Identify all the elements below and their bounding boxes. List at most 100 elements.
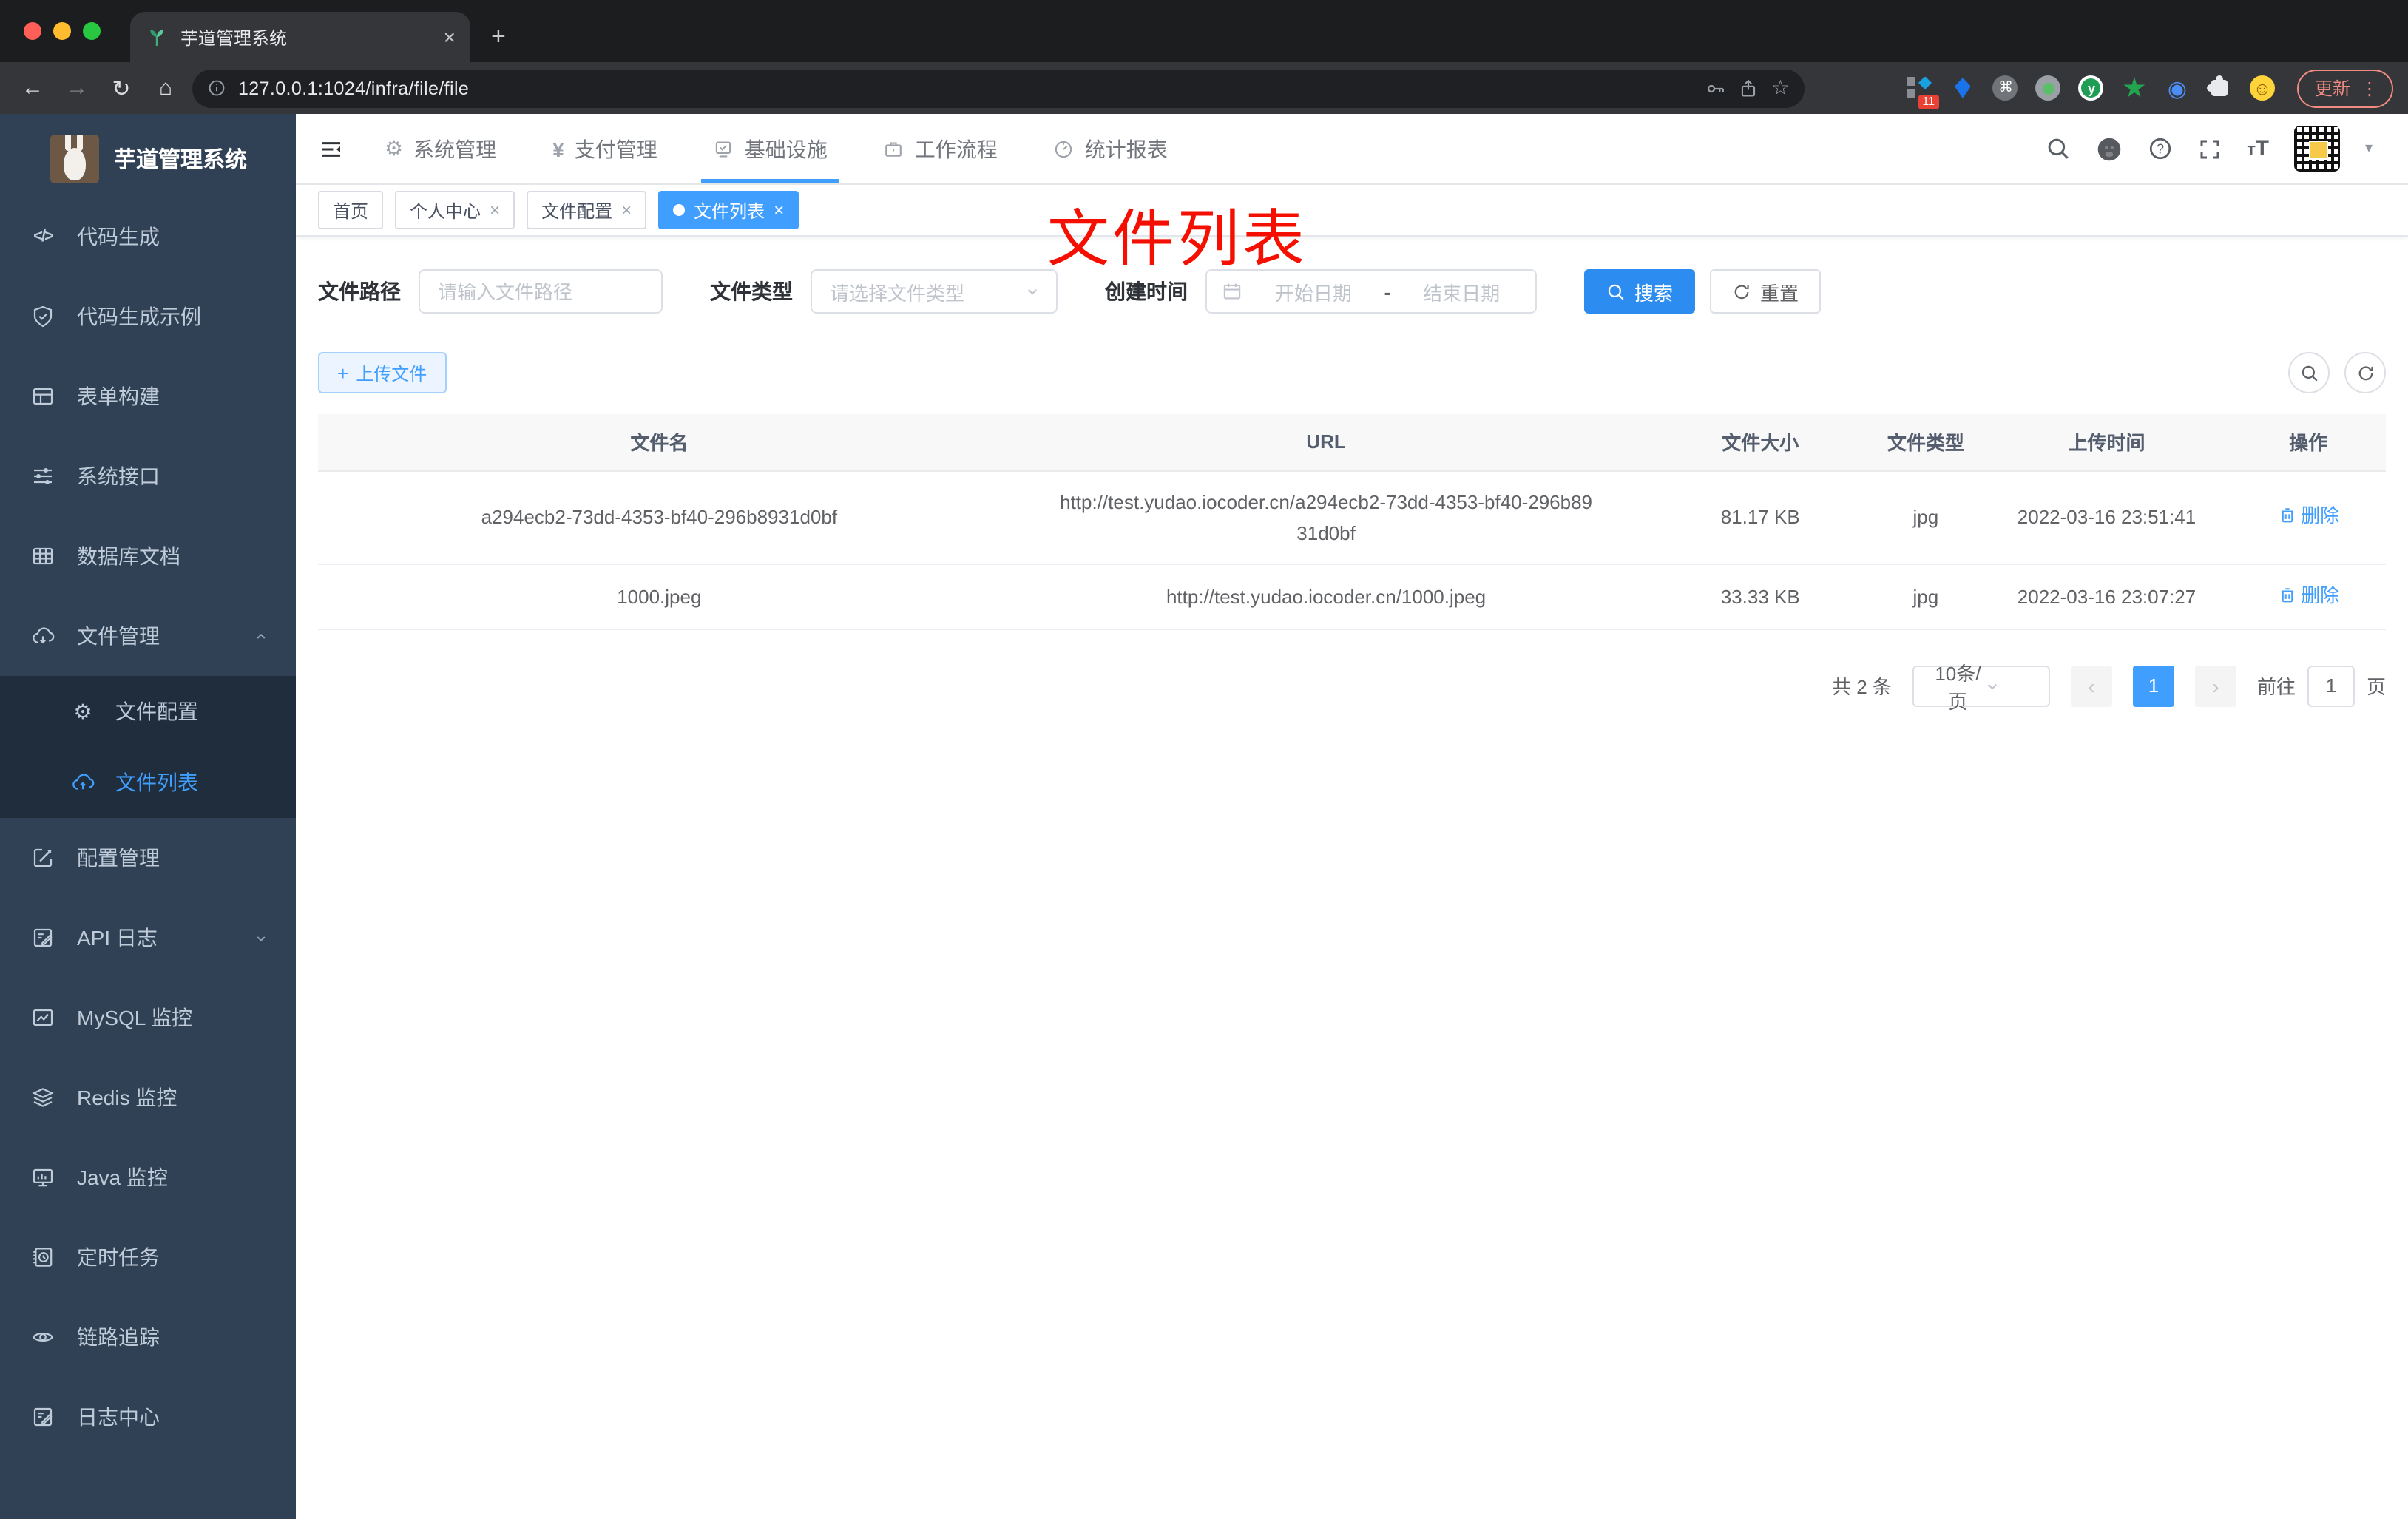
cell-url: http://test.yudao.iocoder.cn/1000.jpeg [1000, 564, 1652, 629]
top-menu-workflow[interactable]: 工作流程 [884, 114, 998, 183]
tag-home[interactable]: 首页 [318, 191, 384, 229]
browser-update-button[interactable]: 更新 ⋮ [2296, 69, 2393, 107]
avatar-caret-icon[interactable]: ▾ [2365, 141, 2373, 157]
extension-emoji-icon[interactable]: ☺ [2249, 75, 2275, 101]
grid-icon [33, 547, 53, 565]
share-icon[interactable] [1739, 78, 1759, 98]
sidebar-item-tracing[interactable]: 链路追踪 [0, 1297, 296, 1377]
cell-time: 2022-03-16 23:07:27 [1982, 564, 2231, 629]
top-menu-reports[interactable]: 统计报表 [1054, 114, 1168, 183]
browser-tab[interactable]: 芋道管理系统 × [130, 12, 470, 62]
sidebar-item-form-builder[interactable]: 表单构建 [0, 356, 296, 436]
file-type-select[interactable]: 请选择文件类型 [811, 269, 1058, 314]
search-button[interactable]: 搜索 [1584, 269, 1696, 314]
sidebar-item-db-doc[interactable]: 数据库文档 [0, 516, 296, 596]
sidebar-item-log-center[interactable]: 日志中心 [0, 1377, 296, 1457]
forward-icon[interactable]: → [59, 75, 95, 101]
tag-file-list[interactable]: 文件列表 × [658, 191, 799, 229]
site-info-icon[interactable] [207, 78, 226, 98]
top-menu-payment[interactable]: ¥ 支付管理 [552, 114, 657, 183]
search-icon[interactable] [2046, 136, 2072, 161]
sidebar-item-redis-monitor[interactable]: Redis 监控 [0, 1058, 296, 1137]
fullscreen-icon[interactable] [2199, 137, 2222, 160]
timer-book-icon [33, 1248, 53, 1267]
help-icon[interactable]: ? [2148, 136, 2174, 161]
reset-button[interactable]: 重置 [1710, 269, 1822, 314]
page-size-select[interactable]: 10条/页 [1912, 662, 2050, 712]
bookmark-star-icon[interactable]: ☆ [1771, 75, 1790, 101]
sidebar-item-code-demo[interactable]: 代码生成示例 [0, 277, 296, 356]
delete-button[interactable]: 删除 [2277, 579, 2339, 610]
address-bar[interactable]: 127.0.0.1:1024/infra/file/file ☆ [192, 69, 1805, 107]
current-page-button[interactable]: 1 [2132, 665, 2174, 706]
font-size-icon[interactable]: TT [2248, 135, 2269, 162]
extension-command-icon[interactable]: ⌘ [1992, 75, 2019, 101]
cell-filename: 1000.jpeg [318, 564, 1001, 629]
tab-strip: 芋道管理系统 × + [0, 0, 2408, 62]
extension-badge: 11 [1918, 94, 1939, 109]
sidebar-item-file-list[interactable]: 文件列表 [0, 747, 296, 818]
browser-chrome: 芋道管理系统 × + ← → ↻ ⌂ 127.0.0.1:1024/infra/… [0, 0, 2408, 114]
date-range-picker[interactable]: 开始日期 - 结束日期 [1205, 269, 1537, 314]
tag-profile[interactable]: 个人中心 × [395, 191, 515, 229]
briefcase-icon [884, 138, 904, 159]
extension-eye-icon[interactable]: ◉ [2164, 75, 2191, 101]
extension-y-icon[interactable]: y [2078, 75, 2105, 101]
sidebar-item-code-gen[interactable]: </> 代码生成 [0, 197, 296, 277]
extension-star-icon[interactable] [2121, 75, 2148, 101]
goto-label: 前往 [2256, 676, 2296, 698]
github-icon[interactable] [2097, 135, 2123, 162]
top-menu-infrastructure[interactable]: 基础设施 [701, 114, 839, 183]
eye-icon [32, 1332, 54, 1342]
reload-icon[interactable]: ↻ [104, 75, 139, 101]
sidebar-item-api-log[interactable]: API 日志 [0, 898, 296, 978]
extension-record-icon[interactable] [2035, 75, 2062, 101]
main-area: ⚙ 系统管理 ¥ 支付管理 基础设施 工作流程 统计报表 ? TT ▾ 首页 个… [296, 114, 2408, 1519]
sidebar-item-scheduled-tasks[interactable]: 定时任务 [0, 1217, 296, 1297]
browser-toolbar: ← → ↻ ⌂ 127.0.0.1:1024/infra/file/file ☆… [0, 62, 2408, 114]
app-logo[interactable]: 芋道管理系统 [0, 114, 296, 197]
goto-page-input[interactable] [2307, 665, 2355, 706]
start-date-placeholder[interactable]: 开始日期 [1254, 277, 1373, 305]
extension-puzzle-icon[interactable] [2207, 75, 2233, 101]
next-page-button[interactable]: › [2194, 665, 2236, 706]
delete-button[interactable]: 删除 [2277, 500, 2339, 531]
show-search-button[interactable] [2288, 352, 2330, 393]
extension-badged-icon[interactable]: 11 [1906, 75, 1939, 109]
new-tab-button[interactable]: + [491, 22, 506, 52]
browser-menu-kebab-icon[interactable]: ⋮ [2361, 78, 2378, 98]
sidebar-collapse-icon[interactable] [319, 137, 343, 160]
window-minimize-button[interactable] [53, 22, 71, 40]
sidebar-item-file-mgmt[interactable]: 文件管理 [0, 596, 296, 676]
sidebar-item-config-mgmt[interactable]: 配置管理 [0, 818, 296, 898]
yen-icon: ¥ [552, 137, 564, 160]
sidebar-menu: </> 代码生成 代码生成示例 表单构建 系统接口 数据库文档 文件管理 ⚙ 文… [0, 197, 296, 1457]
sidebar-item-mysql-monitor[interactable]: MySQL 监控 [0, 978, 296, 1058]
top-menu-system[interactable]: ⚙ 系统管理 [385, 114, 496, 183]
file-path-input[interactable] [419, 269, 663, 314]
window-close-button[interactable] [24, 22, 41, 40]
sidebar-item-file-config[interactable]: ⚙ 文件配置 [0, 676, 296, 747]
extension-kite-icon[interactable] [1949, 75, 1976, 101]
sidebar-item-system-api[interactable]: 系统接口 [0, 436, 296, 516]
tag-close-icon[interactable]: × [490, 200, 500, 220]
tag-close-icon[interactable]: × [621, 200, 632, 220]
end-date-placeholder[interactable]: 结束日期 [1402, 277, 1521, 305]
back-icon[interactable]: ← [15, 75, 50, 101]
url-text: 127.0.0.1:1024/infra/file/file [238, 78, 470, 98]
home-icon[interactable]: ⌂ [148, 75, 183, 101]
prev-page-button[interactable]: ‹ [2070, 665, 2112, 706]
cell-time: 2022-03-16 23:51:41 [1982, 470, 2231, 564]
tab-close-icon[interactable]: × [444, 25, 456, 49]
upload-file-button[interactable]: + 上传文件 [318, 352, 447, 393]
password-key-icon[interactable] [1706, 78, 1727, 98]
tag-close-icon[interactable]: × [774, 200, 784, 220]
user-avatar[interactable] [2293, 126, 2340, 172]
active-tag-dot [673, 204, 686, 216]
sidebar-item-java-monitor[interactable]: Java 监控 [0, 1137, 296, 1217]
file-table: 文件名 URL 文件大小 文件类型 上传时间 操作 a294ecb2-73dd-… [318, 414, 2386, 629]
tag-file-config[interactable]: 文件配置 × [527, 191, 647, 229]
window-maximize-button[interactable] [83, 22, 101, 40]
favicon-plant-icon [150, 30, 163, 46]
refresh-table-button[interactable] [2344, 352, 2386, 393]
